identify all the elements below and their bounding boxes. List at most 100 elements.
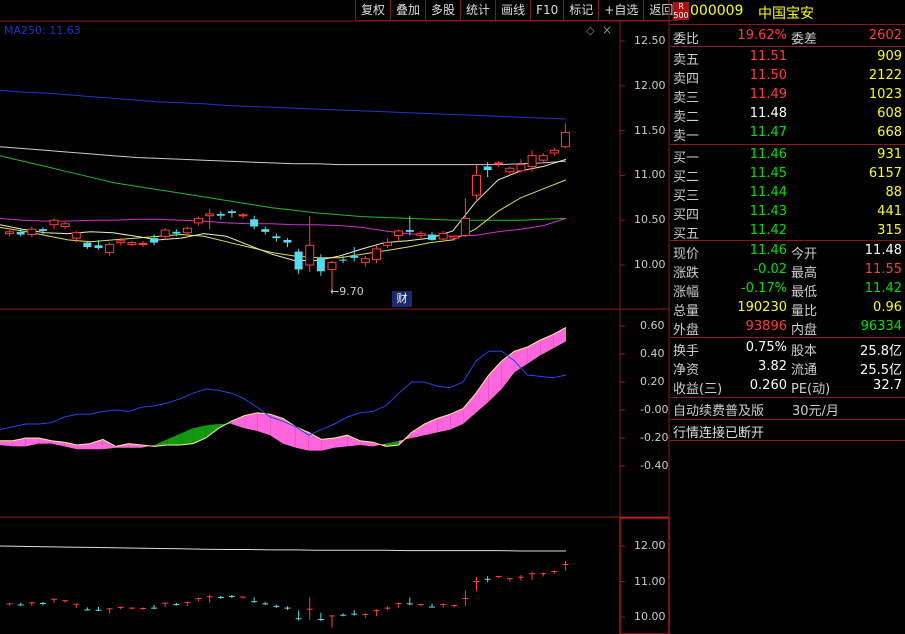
promo-price[interactable]: 30元/月	[792, 400, 839, 419]
candle-body	[371, 248, 381, 261]
quote-label-2: 量比	[791, 304, 818, 319]
quote-label: 总量	[673, 304, 700, 319]
weibi-label: 委比	[673, 32, 700, 47]
quote-value: 190230	[737, 300, 787, 315]
bid-price: 11.42	[749, 223, 787, 238]
lower-tick-label: 11.00	[634, 574, 666, 588]
price-tick-label: 10.50	[634, 213, 666, 227]
lower-white-line	[0, 545, 566, 552]
price-tick-label: 12.50	[634, 34, 666, 47]
candle-body	[5, 231, 15, 235]
indicator-band	[295, 426, 309, 451]
candle-body	[383, 242, 393, 246]
promo-text[interactable]: 自动续费普及版	[673, 400, 764, 419]
close-icon[interactable]: ×	[602, 23, 612, 37]
lower-tick-label: 12.00	[634, 539, 666, 552]
fundamental-label-2: 流通	[791, 363, 818, 378]
fundamental-value-2: 25.5亿	[860, 363, 902, 378]
ma-green-line	[0, 155, 567, 221]
ask-label: 卖四	[673, 72, 700, 87]
candle-body	[250, 219, 259, 227]
ask-price: 11.49	[749, 87, 787, 102]
quote-row: 涨幅 -0.17% 最低 11.42	[670, 280, 905, 300]
candle-body	[94, 245, 103, 248]
quote-label: 现价	[673, 247, 700, 262]
ma250-legend: MA250: 11.63	[4, 24, 81, 37]
indicator-band	[437, 414, 451, 433]
candle-body	[60, 223, 70, 227]
fundamental-value: 0.75%	[745, 340, 787, 355]
fundamental-label: 净资	[673, 363, 700, 378]
candle-body	[172, 231, 181, 234]
candle-body	[460, 217, 470, 236]
connection-status: 行情连接已断开	[673, 426, 765, 441]
fundamental-row: 净资 3.82 流通 25.5亿	[670, 358, 905, 378]
candle-body	[505, 167, 515, 173]
chart-area[interactable]	[0, 0, 670, 634]
ask-volume: 1023	[868, 87, 902, 102]
indicator-tick-label: 0.60	[640, 319, 665, 332]
ask-label: 卖三	[673, 91, 700, 106]
indicator-band	[90, 439, 103, 450]
panel-separator	[670, 24, 905, 25]
panel-separator	[670, 240, 905, 241]
candle-body	[160, 229, 170, 237]
quote-label-2: 最低	[791, 285, 818, 300]
candle-body	[527, 155, 537, 167]
candle-body	[138, 242, 148, 245]
quote-value: 11.46	[749, 243, 787, 258]
diamond-icon[interactable]: ◇	[586, 24, 594, 37]
weibi-row: 委比 19.62% 委差 2602	[670, 27, 905, 47]
fundamental-value-2: 32.7	[873, 378, 902, 393]
fundamental-row: 换手 0.75% 股本 25.8亿	[670, 339, 905, 359]
fundamental-value: 3.82	[758, 359, 787, 374]
candle-body	[71, 232, 81, 239]
candle-body	[261, 229, 270, 232]
finance-badge[interactable]: 财	[392, 291, 412, 307]
panel-separator	[670, 46, 905, 47]
quote-row: 现价 11.46 今开 11.48	[670, 242, 905, 262]
ask-price: 11.47	[749, 125, 787, 140]
candle-body	[194, 217, 204, 224]
candle-body	[238, 214, 248, 217]
candle-body	[538, 155, 548, 161]
panel-separator	[670, 419, 905, 420]
price-tick-label: 12.00	[634, 78, 666, 92]
weibi-value: 19.62%	[737, 28, 787, 43]
lower-tick-label: 10.00	[634, 610, 666, 623]
fundamental-value-2: 25.8亿	[860, 344, 902, 359]
panel-separator	[670, 440, 905, 441]
indicator-band	[488, 361, 502, 402]
quote-value: 93896	[745, 319, 787, 334]
ask-price: 11.50	[749, 68, 787, 83]
quote-value-2: 11.55	[864, 262, 902, 277]
quote-row: 涨跌 -0.02 最高 11.55	[670, 261, 905, 281]
quote-row: 外盘 93896 内盘 96334	[670, 318, 905, 338]
candle-body	[49, 219, 59, 226]
candle-body	[182, 227, 192, 234]
promo-row[interactable]: 自动续费普及版 30元/月	[670, 399, 905, 419]
indicator-band	[0, 440, 13, 447]
price-tick-label: 10.00	[634, 258, 666, 271]
candle-body	[560, 131, 570, 148]
candle-body	[205, 213, 215, 217]
candle-body	[394, 230, 404, 236]
ask-row: 卖五 11.51 909	[670, 48, 905, 68]
ma-white-line	[0, 146, 567, 166]
indicator-band	[308, 432, 322, 451]
ma-magenta-line	[0, 217, 567, 237]
quote-value-2: 11.42	[864, 281, 902, 296]
candle-body	[38, 229, 47, 231]
quote-value-2: 11.48	[864, 243, 902, 258]
fundamental-label: 换手	[673, 344, 700, 359]
ma250-line	[0, 89, 567, 120]
indicator-tick-label: -0.20	[640, 431, 669, 444]
candle-body	[83, 242, 92, 248]
rights-badge-top: R	[678, 2, 684, 11]
quote-label-2: 内盘	[791, 323, 818, 338]
weicha-label: 委差	[791, 32, 818, 47]
candle-body	[16, 231, 25, 235]
candle-body	[305, 244, 315, 266]
panel-separator	[670, 144, 905, 145]
indicator-band	[25, 438, 39, 447]
